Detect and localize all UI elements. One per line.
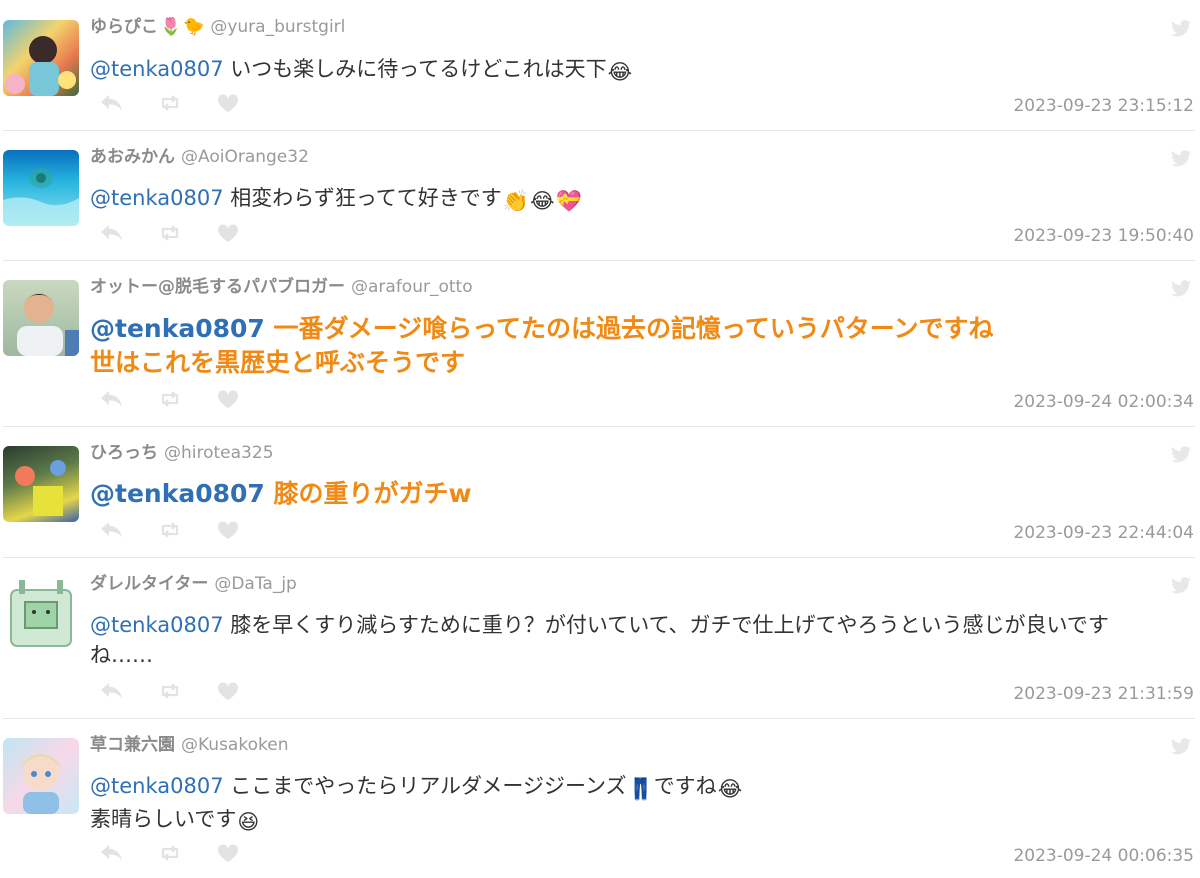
tweet-item: 草コ兼六園 @Kusakoken @tenka0807 ここまでやったらリアルダメ…	[0, 719, 1200, 878]
avatar[interactable]	[3, 20, 79, 96]
tweet-meta: ひろっち @hirotea325	[90, 443, 274, 463]
retweet-icon[interactable]	[158, 520, 182, 544]
tweet-item: ゆらぴこ 🌷 🐤 @yura_burstgirl @tenka0807 いつも楽しみに…	[0, 0, 1200, 130]
twitter-bird-icon[interactable]	[1170, 577, 1192, 595]
tweet-text: @tenka0807 一番ダメージ喰らってたのは過去の記憶っていうパターンですね…	[90, 312, 994, 380]
grinning-squinting-emoji-icon: 😆	[237, 810, 260, 834]
tweet-body-line2: 素晴らしいです	[90, 807, 237, 831]
twitter-bird-icon[interactable]	[1170, 20, 1192, 38]
tweet-meta: 草コ兼六園 @Kusakoken	[90, 735, 288, 755]
user-handle[interactable]: @arafour_otto	[351, 277, 473, 297]
avatar[interactable]	[3, 150, 79, 226]
retweet-icon[interactable]	[158, 93, 182, 117]
tweet-body: ここまでやったらリアルダメージジーンズ	[223, 774, 627, 798]
retweet-icon[interactable]	[158, 223, 182, 247]
reply-icon[interactable]	[100, 93, 124, 117]
like-icon[interactable]	[216, 93, 240, 117]
chick-emoji-icon: 🐤	[183, 17, 205, 37]
avatar[interactable]	[3, 446, 79, 522]
reply-icon[interactable]	[100, 520, 124, 544]
twitter-bird-icon[interactable]	[1170, 280, 1192, 298]
twitter-bird-icon[interactable]	[1170, 738, 1192, 756]
like-icon[interactable]	[216, 389, 240, 413]
user-handle[interactable]: @DaTa_jp	[214, 574, 297, 594]
mention-link[interactable]: @tenka0807	[90, 314, 265, 343]
tweet-body-line2: 世はこれを黒歴史と呼ぶそうです	[90, 348, 466, 377]
tweet-meta: ゆらぴこ 🌷 🐤 @yura_burstgirl	[90, 17, 345, 37]
user-name[interactable]: あおみかん	[90, 147, 175, 167]
tweet-item: オットー@脱毛するパパブロガー @arafour_otto @tenka0807 …	[0, 261, 1200, 426]
tweet-timestamp[interactable]: 2023-09-23 21:31:59	[1013, 684, 1194, 704]
clapping-hands-emoji-icon: 👏	[502, 189, 529, 213]
tweet-item: ひろっち @hirotea325 @tenka0807 膝の重りがガチw 2023…	[0, 427, 1200, 557]
retweet-icon[interactable]	[158, 389, 182, 413]
flower-emoji-icon: 🌷	[160, 17, 182, 37]
twitter-bird-icon[interactable]	[1170, 150, 1192, 168]
avatar[interactable]	[3, 280, 79, 356]
tweet-timestamp[interactable]: 2023-09-23 22:44:04	[1013, 523, 1194, 543]
user-handle[interactable]: @hirotea325	[164, 443, 274, 463]
tears-of-joy-emoji-icon: 😂	[607, 60, 633, 84]
tweet-body-tail: ですね	[653, 774, 717, 798]
tweet-body: いつも楽しみに待ってるけどこれは天下	[223, 57, 607, 81]
tweet-timestamp[interactable]: 2023-09-24 02:00:34	[1013, 392, 1194, 412]
user-handle[interactable]: @yura_burstgirl	[210, 17, 345, 37]
tweet-body: 一番ダメージ喰らってたのは過去の記憶っていうパターンですね	[264, 314, 994, 343]
mention-link[interactable]: @tenka0807	[90, 186, 224, 210]
avatar[interactable]	[3, 738, 79, 814]
tweet-timestamp[interactable]: 2023-09-23 23:15:12	[1013, 96, 1194, 116]
user-name[interactable]: ゆらぴこ	[90, 17, 158, 37]
user-handle[interactable]: @AoiOrange32	[181, 147, 309, 167]
tweet-text: @tenka0807 膝の重りがガチw	[90, 477, 472, 511]
mention-link[interactable]: @tenka0807	[90, 57, 224, 81]
mention-link[interactable]: @tenka0807	[90, 479, 265, 508]
tweet-body: 膝の重りがガチw	[264, 479, 472, 508]
user-name[interactable]: ひろっち	[90, 443, 158, 463]
reply-icon[interactable]	[100, 389, 124, 413]
twitter-bird-icon[interactable]	[1170, 446, 1192, 464]
tweet-body: 相変わらず狂ってて好きです	[223, 186, 502, 210]
like-icon[interactable]	[216, 681, 240, 705]
user-name[interactable]: オットー@脱毛するパパブロガー	[90, 277, 345, 297]
reply-icon[interactable]	[100, 681, 124, 705]
tweet-text: @tenka0807 ここまでやったらリアルダメージジーンズ👖ですね😂 素晴らし…	[90, 771, 742, 837]
tears-of-joy-emoji-icon: 😂	[717, 777, 743, 801]
tweet-body: 膝を早くすり減らすために重り？が付いていて、ガチで仕上げてやろうという感じが良い…	[223, 613, 1109, 637]
tweet-timestamp[interactable]: 2023-09-23 19:50:40	[1013, 226, 1194, 246]
tweet-meta: あおみかん @AoiOrange32	[90, 147, 309, 167]
user-name[interactable]: 草コ兼六園	[90, 735, 175, 755]
reply-icon[interactable]	[100, 843, 124, 867]
heart-emoji-icon: 💝	[555, 189, 582, 213]
like-icon[interactable]	[216, 843, 240, 867]
tweet-meta: ダレルタイター @DaTa_jp	[90, 574, 297, 594]
mention-link[interactable]: @tenka0807	[90, 774, 224, 798]
user-handle[interactable]: @Kusakoken	[181, 735, 288, 755]
tweet-body-line2: ね……	[90, 643, 153, 667]
retweet-icon[interactable]	[158, 681, 182, 705]
user-name[interactable]: ダレルタイター	[90, 574, 208, 594]
tweet-item: ダレルタイター @DaTa_jp @tenka0807 膝を早くすり減らすために重…	[0, 558, 1200, 718]
tweet-text: @tenka0807 相変わらず狂ってて好きです👏😂💝	[90, 183, 582, 216]
retweet-icon[interactable]	[158, 843, 182, 867]
tweet-meta: オットー@脱毛するパパブロガー @arafour_otto	[90, 277, 473, 297]
mention-link[interactable]: @tenka0807	[90, 613, 224, 637]
like-icon[interactable]	[216, 223, 240, 247]
avatar[interactable]	[3, 576, 79, 652]
tweet-timestamp[interactable]: 2023-09-24 00:06:35	[1013, 846, 1194, 866]
tweet-item: あおみかん @AoiOrange32 @tenka0807 相変わらず狂ってて好き…	[0, 131, 1200, 260]
like-icon[interactable]	[216, 520, 240, 544]
reply-icon[interactable]	[100, 223, 124, 247]
tweet-text: @tenka0807 いつも楽しみに待ってるけどこれは天下😂	[90, 54, 632, 87]
jeans-emoji-icon: 👖	[627, 777, 654, 801]
tweet-text: @tenka0807 膝を早くすり減らすために重り？が付いていて、ガチで仕上げて…	[90, 610, 1190, 670]
tears-of-joy-emoji-icon: 😂	[529, 189, 555, 213]
